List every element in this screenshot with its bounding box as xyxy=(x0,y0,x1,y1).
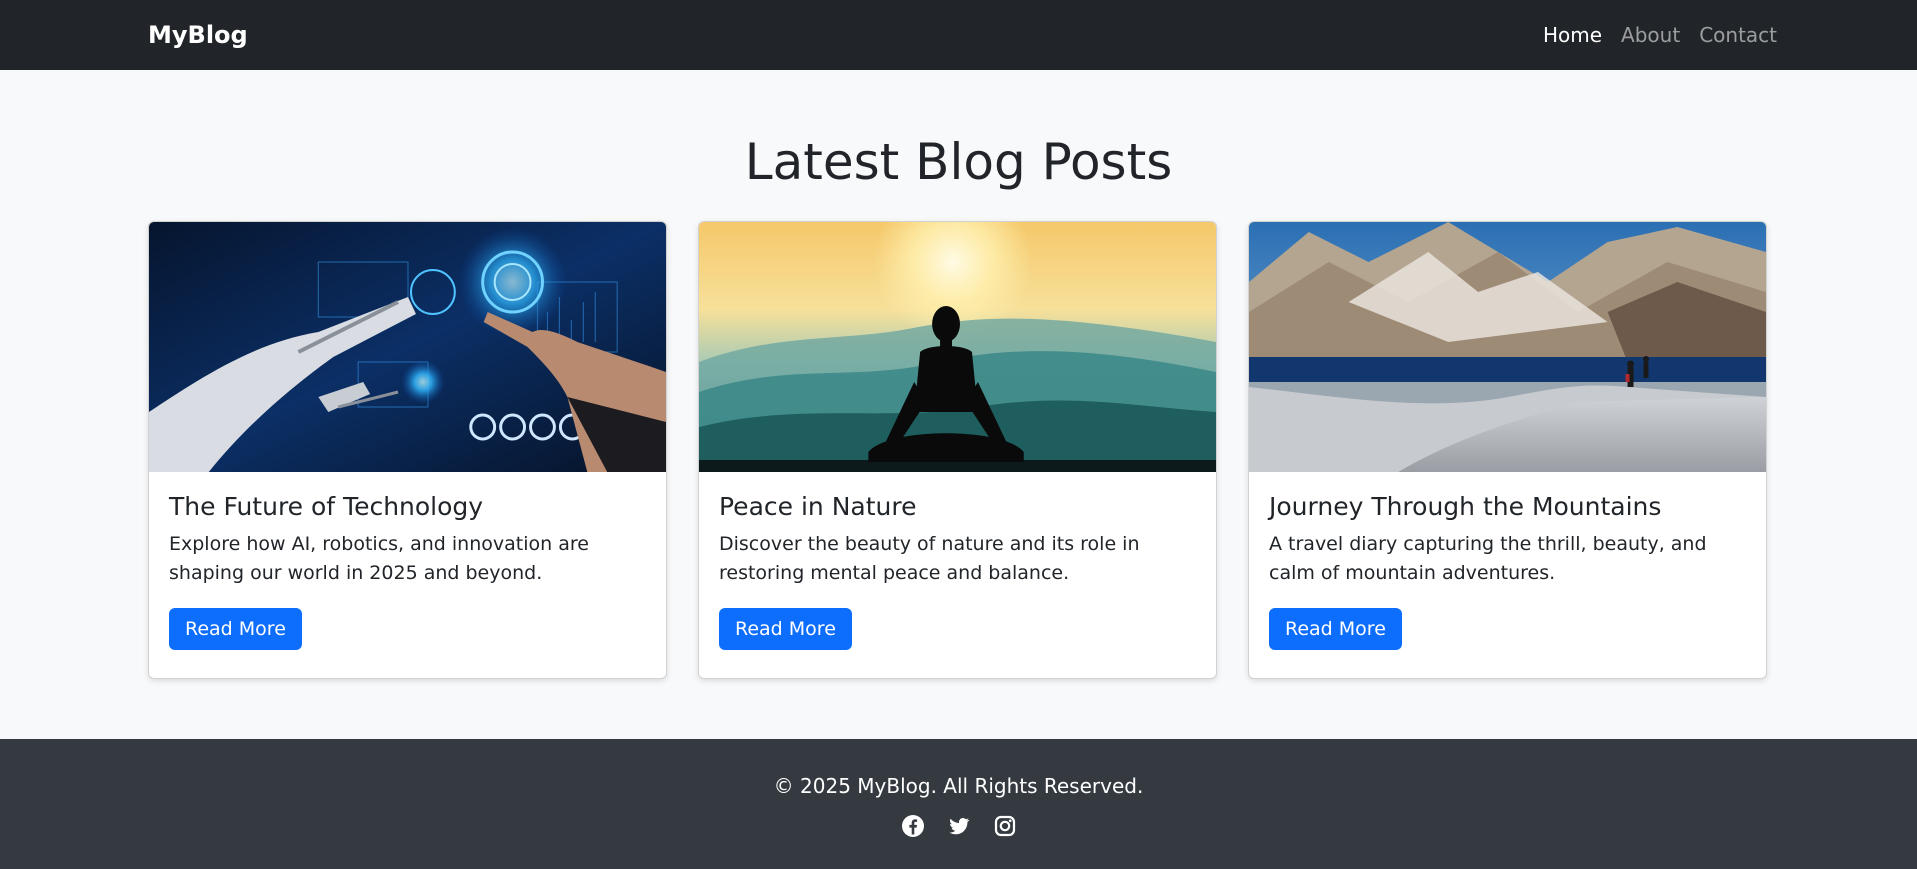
card-title: Journey Through the Mountains xyxy=(1269,492,1662,521)
nav-link-contact[interactable]: Contact xyxy=(1699,23,1777,47)
card-text: A travel diary capturing the thrill, bea… xyxy=(1269,533,1707,585)
card-body: Journey Through the Mountains A travel d… xyxy=(1249,472,1766,670)
blog-card: Journey Through the Mountains A travel d… xyxy=(1248,221,1767,679)
meditation-silhouette-sunrise-image xyxy=(699,222,1216,472)
blog-card: The Future of Technology Explore how AI,… xyxy=(148,221,667,679)
card-body: Peace in Nature Discover the beauty of n… xyxy=(699,472,1216,670)
nav-links: Home About Contact xyxy=(1543,23,1777,47)
read-more-button[interactable]: Read More xyxy=(719,607,852,650)
blog-card-list: The Future of Technology Explore how AI,… xyxy=(148,221,1767,679)
twitter-icon[interactable] xyxy=(947,814,971,838)
card-title: Peace in Nature xyxy=(719,492,917,521)
copyright-text: © 2025 MyBlog. All Rights Reserved. xyxy=(773,774,1144,798)
page-title: Latest Blog Posts xyxy=(744,133,1173,191)
footer: © 2025 MyBlog. All Rights Reserved. xyxy=(0,739,1917,869)
navbar: MyBlog Home About Contact xyxy=(0,0,1917,70)
read-more-button[interactable]: Read More xyxy=(169,607,302,650)
nav-link-home[interactable]: Home xyxy=(1543,23,1602,47)
nav-link-about[interactable]: About xyxy=(1621,23,1680,47)
main-content: Latest Blog Posts The Future of Technolo… xyxy=(0,70,1917,739)
facebook-icon[interactable] xyxy=(901,814,925,838)
instagram-icon[interactable] xyxy=(993,814,1017,838)
read-more-button[interactable]: Read More xyxy=(1269,607,1402,650)
card-text: Discover the beauty of nature and its ro… xyxy=(719,533,1140,585)
robot-hand-technology-image xyxy=(149,222,666,472)
brand-link[interactable]: MyBlog xyxy=(148,21,248,49)
card-body: The Future of Technology Explore how AI,… xyxy=(149,472,666,670)
card-title: The Future of Technology xyxy=(169,492,484,521)
social-links xyxy=(0,814,1917,838)
blog-card: Peace in Nature Discover the beauty of n… xyxy=(698,221,1217,679)
mountain-lake-hikers-image xyxy=(1249,222,1766,472)
card-text: Explore how AI, robotics, and innovation… xyxy=(169,533,589,585)
